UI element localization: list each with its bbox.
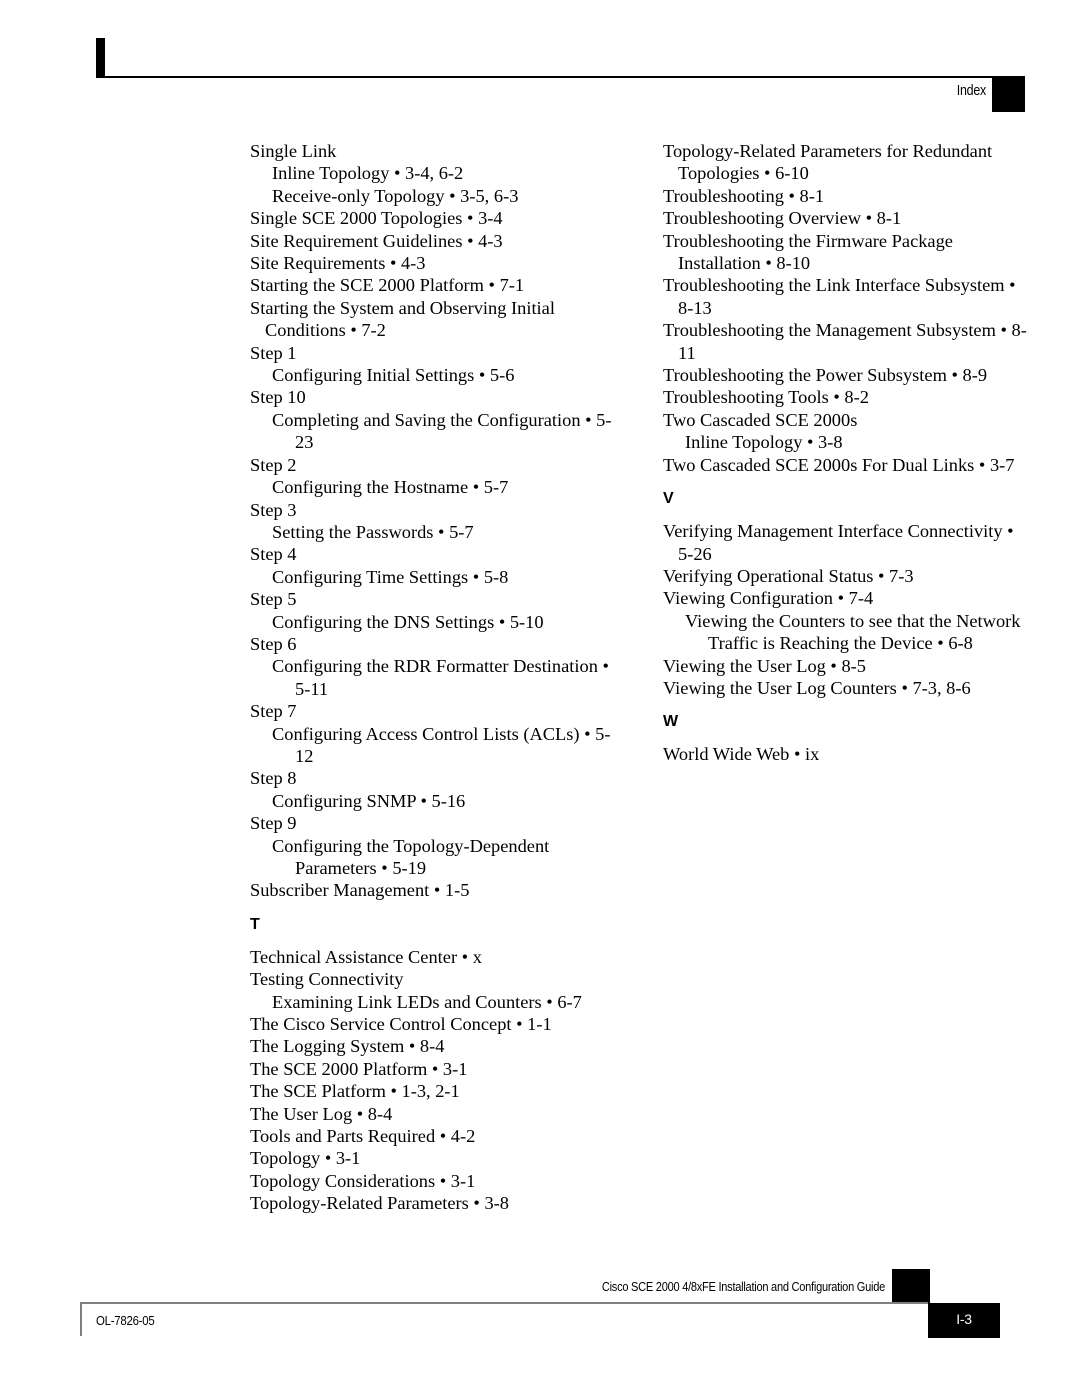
index-entry[interactable]: Single Link: [250, 140, 620, 162]
header-horizontal-rule: [96, 76, 992, 78]
header-left-bar-mark: [96, 38, 105, 78]
index-column-right: Topology-Related Parameters for Redundan…: [663, 140, 1033, 766]
index-subentry[interactable]: Configuring Time Settings • 5-8: [272, 566, 620, 588]
index-entry[interactable]: Step 7: [250, 700, 620, 722]
index-entry[interactable]: Testing Connectivity: [250, 968, 620, 990]
index-section-heading: V: [663, 490, 674, 508]
index-subentry[interactable]: Setting the Passwords • 5-7: [272, 521, 620, 543]
index-entry[interactable]: World Wide Web • ix: [663, 743, 1033, 765]
footer-horizontal-rule: [80, 1302, 928, 1304]
footer-guide-title: Cisco SCE 2000 4/8xFE Installation and C…: [601, 1279, 885, 1294]
index-entry[interactable]: Site Requirement Guidelines • 4-3: [250, 230, 620, 252]
index-entry[interactable]: Verifying Operational Status • 7-3: [663, 565, 1033, 587]
index-entry[interactable]: The Cisco Service Control Concept • 1-1: [250, 1013, 620, 1035]
index-entry[interactable]: The SCE Platform • 1-3, 2-1: [250, 1080, 620, 1102]
index-entry[interactable]: Step 6: [250, 633, 620, 655]
index-subentry[interactable]: Receive-only Topology • 3-5, 6-3: [272, 185, 620, 207]
index-entry[interactable]: The User Log • 8-4: [250, 1103, 620, 1125]
index-entry[interactable]: Step 8: [250, 767, 620, 789]
index-section-heading: W: [663, 713, 679, 731]
footer-left-tick-mark: [80, 1302, 82, 1336]
index-entry[interactable]: Troubleshooting the Link Interface Subsy…: [663, 274, 1033, 319]
index-entry[interactable]: Topology-Related Parameters for Redundan…: [663, 140, 1033, 185]
index-entry[interactable]: Troubleshooting the Firmware Package Ins…: [663, 230, 1033, 275]
index-entry[interactable]: Topology Considerations • 3-1: [250, 1170, 620, 1192]
index-section-heading: T: [250, 915, 260, 933]
index-entry[interactable]: Step 2: [250, 454, 620, 476]
index-entry[interactable]: Troubleshooting • 8-1: [663, 185, 1033, 207]
index-entry[interactable]: Topology-Related Parameters • 3-8: [250, 1192, 620, 1214]
index-entry[interactable]: Two Cascaded SCE 2000s For Dual Links • …: [663, 454, 1033, 476]
index-subentry[interactable]: Completing and Saving the Configuration …: [272, 409, 620, 454]
index-column-left: Single Link Inline Topology • 3-4, 6-2 Rec…: [250, 140, 620, 1215]
index-entry[interactable]: Step 5: [250, 588, 620, 610]
index-entry[interactable]: Viewing the User Log • 8-5: [663, 655, 1033, 677]
index-subentry[interactable]: Configuring SNMP • 5-16: [272, 790, 620, 812]
header-black-square-mark: [992, 76, 1025, 112]
index-entry[interactable]: The Logging System • 8-4: [250, 1035, 620, 1057]
index-entry[interactable]: Step 1: [250, 342, 620, 364]
index-subentry[interactable]: Configuring the RDR Formatter Destinatio…: [272, 655, 620, 700]
index-subentry[interactable]: Configuring Initial Settings • 5-6: [272, 364, 620, 386]
index-subentry[interactable]: Examining Link LEDs and Counters • 6-7: [272, 991, 620, 1013]
index-entry[interactable]: Troubleshooting the Management Subsystem…: [663, 319, 1033, 364]
index-subentry[interactable]: Configuring Access Control Lists (ACLs) …: [272, 723, 620, 768]
index-subentry[interactable]: Inline Topology • 3-4, 6-2: [272, 162, 620, 184]
footer-document-id: OL-7826-05: [96, 1313, 155, 1328]
index-entry[interactable]: Site Requirements • 4-3: [250, 252, 620, 274]
header-chapter-label: Index: [956, 83, 986, 99]
index-entry[interactable]: Troubleshooting Tools • 8-2: [663, 386, 1033, 408]
index-entry[interactable]: Topology • 3-1: [250, 1147, 620, 1169]
index-entry[interactable]: Subscriber Management • 1-5: [250, 879, 620, 901]
index-entry[interactable]: Verifying Management Interface Connectiv…: [663, 520, 1033, 565]
index-entry[interactable]: Step 9: [250, 812, 620, 834]
index-subentry[interactable]: Configuring the Hostname • 5-7: [272, 476, 620, 498]
index-entry[interactable]: The SCE 2000 Platform • 3-1: [250, 1058, 620, 1080]
index-entry[interactable]: Viewing Configuration • 7-4: [663, 587, 1033, 609]
index-entry[interactable]: Troubleshooting the Power Subsystem • 8-…: [663, 364, 1033, 386]
index-entry[interactable]: Step 10: [250, 386, 620, 408]
index-entry[interactable]: Single SCE 2000 Topologies • 3-4: [250, 207, 620, 229]
index-entry[interactable]: Technical Assistance Center • x: [250, 946, 620, 968]
index-subentry[interactable]: Configuring the DNS Settings • 5-10: [272, 611, 620, 633]
index-subentry[interactable]: Viewing the Counters to see that the Net…: [685, 610, 1033, 655]
index-entry[interactable]: Troubleshooting Overview • 8-1: [663, 207, 1033, 229]
footer-page-number: I-3: [956, 1311, 972, 1327]
index-subentry[interactable]: Inline Topology • 3-8: [685, 431, 1033, 453]
footer-black-square-mark: [892, 1269, 930, 1303]
page-header: Index: [0, 0, 1080, 130]
index-entry[interactable]: Step 4: [250, 543, 620, 565]
index-entry[interactable]: Viewing the User Log Counters • 7-3, 8-6: [663, 677, 1033, 699]
index-entry[interactable]: Starting the System and Observing Initia…: [250, 297, 620, 342]
index-entry[interactable]: Starting the SCE 2000 Platform • 7-1: [250, 274, 620, 296]
index-entry[interactable]: Step 3: [250, 499, 620, 521]
index-entry[interactable]: Two Cascaded SCE 2000s: [663, 409, 1033, 431]
index-entry[interactable]: Tools and Parts Required • 4-2: [250, 1125, 620, 1147]
index-subentry[interactable]: Configuring the Topology-Dependent Param…: [272, 835, 620, 880]
